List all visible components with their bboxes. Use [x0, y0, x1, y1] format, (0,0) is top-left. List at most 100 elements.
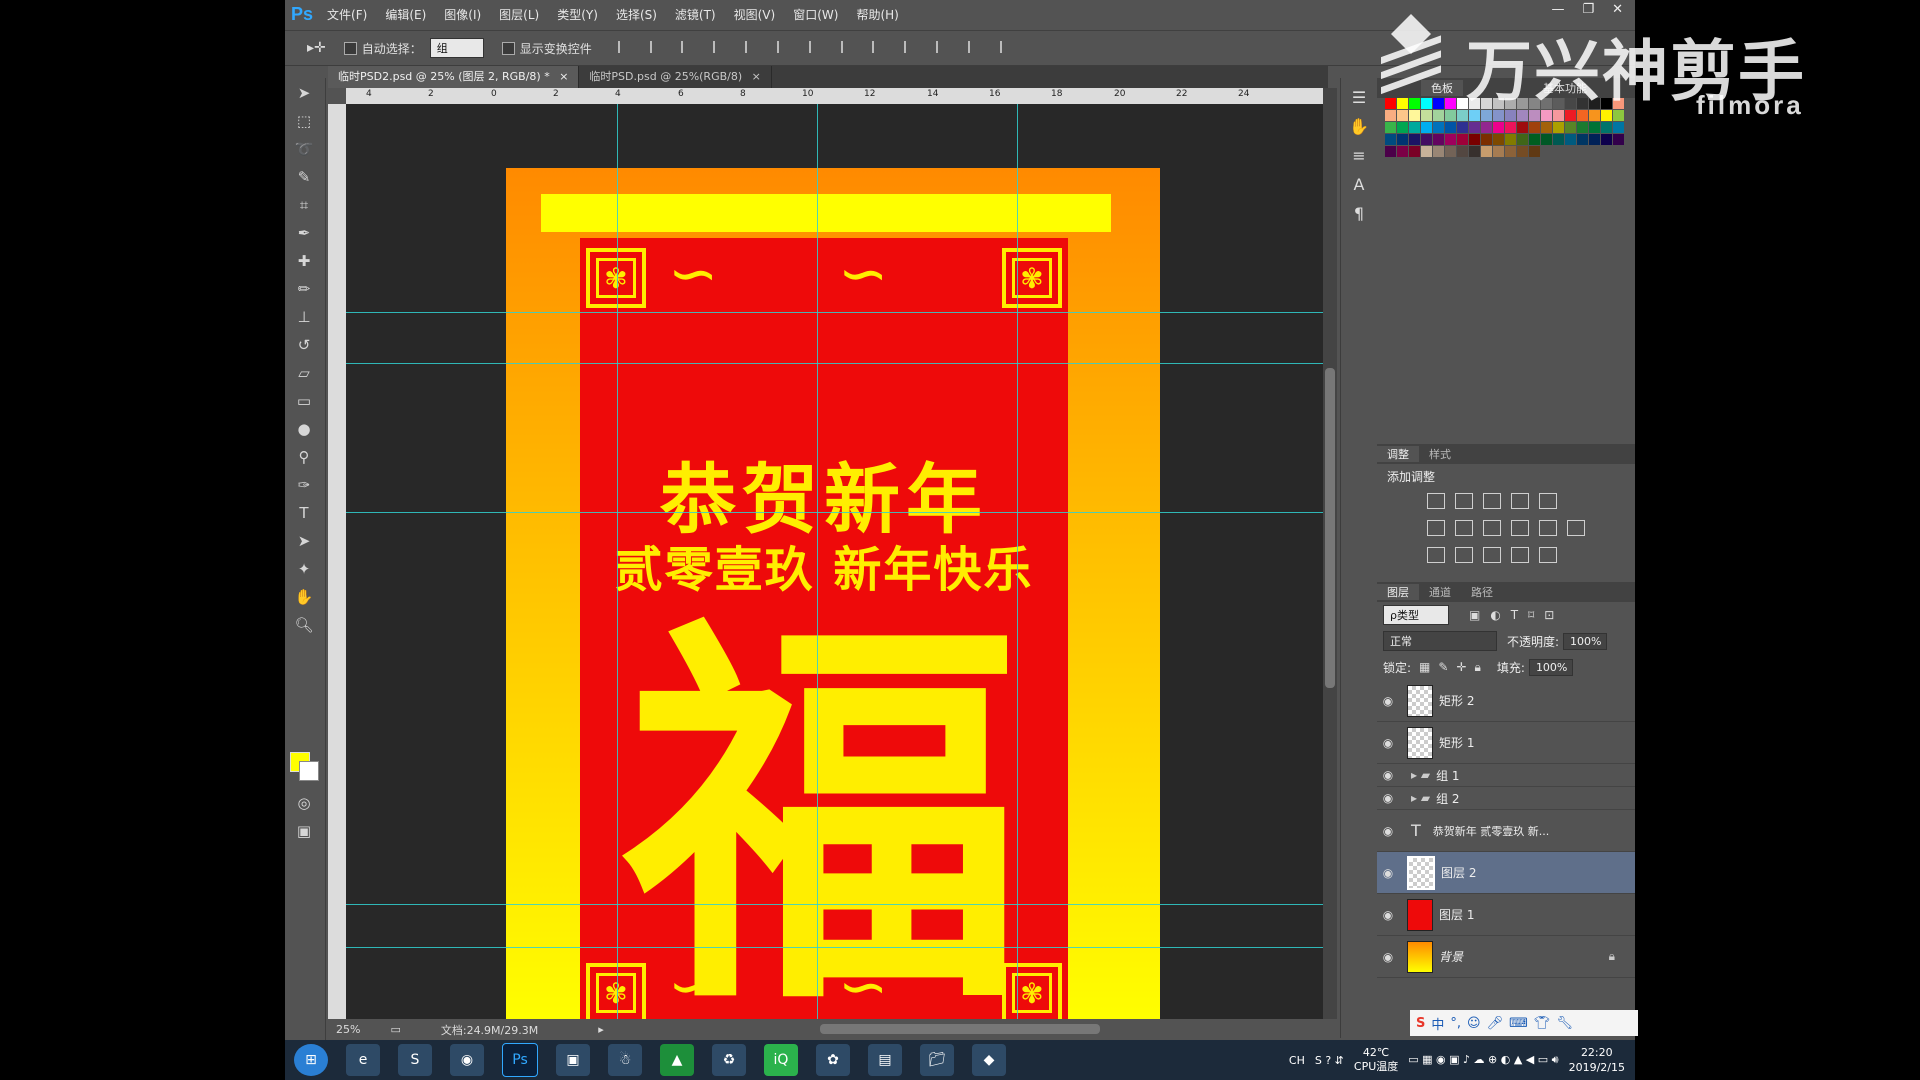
sogou-app-icon[interactable]: S	[398, 1044, 432, 1076]
color-swatch[interactable]	[1433, 122, 1444, 133]
tab-document-1[interactable]: 临时PSD2.psd @ 25% (图层 2, RGB/8) * ×	[328, 66, 580, 88]
exposure-icon[interactable]	[1511, 493, 1529, 509]
layer-filter-dropdown[interactable]: ρ类型	[1383, 605, 1449, 625]
close-icon[interactable]: ×	[559, 70, 568, 83]
ime-keyboard-icon[interactable]: ⌨	[1509, 1016, 1528, 1031]
color-swatch[interactable]	[1397, 146, 1408, 157]
posterize-icon[interactable]	[1455, 547, 1473, 563]
iqiyi-app-icon[interactable]: iQ	[764, 1044, 798, 1076]
color-swatch[interactable]	[1613, 122, 1624, 133]
color-swatch[interactable]	[1421, 134, 1432, 145]
filmora-app-icon[interactable]: ◆	[972, 1044, 1006, 1076]
menu-filter[interactable]: 滤镜(T)	[675, 6, 716, 23]
visibility-eye-icon[interactable]: ◉	[1377, 866, 1399, 880]
layer-row[interactable]: ◉ 背景 🔒︎	[1377, 936, 1635, 978]
photos-app-icon[interactable]: ✿	[816, 1044, 850, 1076]
shape-tool-icon[interactable]: ✦	[291, 556, 317, 582]
clock[interactable]: 22:20 2019/2/15	[1569, 1045, 1625, 1075]
color-lookup-icon[interactable]	[1567, 520, 1585, 536]
color-swatch[interactable]	[1385, 146, 1396, 157]
layer-row-selected[interactable]: ◉ 图层 2	[1377, 852, 1635, 894]
status-arrow-icon[interactable]: ▸	[598, 1023, 604, 1036]
threshold-icon[interactable]	[1483, 547, 1501, 563]
menu-select[interactable]: 选择(S)	[616, 6, 657, 23]
layer-row[interactable]: ◉ T 恭贺新年 贰零壹玖 新...	[1377, 810, 1635, 852]
zoom-tool-icon[interactable]: 🔍︎	[291, 612, 317, 638]
horizontal-scrollbar[interactable]	[820, 1024, 1100, 1034]
type-tool-icon[interactable]: T	[291, 500, 317, 526]
document-artwork[interactable]: ✾ ✾ ✾ ✾ ∽ ∽ ∽ ∽ 恭贺新年 贰零壹玖 新年快乐 福	[506, 168, 1160, 1019]
blend-mode-dropdown[interactable]: 正常	[1383, 631, 1497, 651]
ime-voice-icon[interactable]: 🎤︎	[1487, 1016, 1504, 1031]
background-color-swatch[interactable]	[299, 761, 319, 781]
marquee-tool-icon[interactable]: ⬚	[291, 108, 317, 134]
color-swatch[interactable]	[1481, 134, 1492, 145]
color-swatch[interactable]	[1469, 122, 1480, 133]
crop-tool-icon[interactable]: ⌗	[291, 192, 317, 218]
color-swatch[interactable]	[1457, 146, 1468, 157]
quick-mask-icon[interactable]: ◎	[291, 790, 317, 816]
menu-window[interactable]: 窗口(W)	[793, 6, 838, 23]
close-icon[interactable]: ×	[752, 70, 761, 83]
gradient-tool-icon[interactable]: ▭	[291, 388, 317, 414]
color-swatch[interactable]	[1565, 122, 1576, 133]
color-swatch[interactable]	[1457, 134, 1468, 145]
color-swatch[interactable]	[1421, 122, 1432, 133]
quick-select-tool-icon[interactable]: ✎	[291, 164, 317, 190]
blur-tool-icon[interactable]: ●	[291, 416, 317, 442]
vertical-scrollbar[interactable]	[1323, 88, 1337, 1019]
color-swatch[interactable]	[1433, 134, 1444, 145]
brightness-icon[interactable]	[1427, 493, 1445, 509]
gradient-map-icon[interactable]	[1539, 547, 1557, 563]
color-swatch[interactable]	[1505, 134, 1516, 145]
ie-app-icon[interactable]: e	[346, 1044, 380, 1076]
color-swatch[interactable]	[1469, 146, 1480, 157]
scroll-thumb[interactable]	[1325, 368, 1335, 688]
move-tool-icon[interactable]: ➤	[291, 80, 317, 106]
cpu-temp[interactable]: 42℃ CPU温度	[1354, 1046, 1398, 1074]
menu-help[interactable]: 帮助(H)	[856, 6, 898, 23]
distribute-top-icon[interactable]	[808, 40, 825, 53]
guide-line[interactable]	[1017, 104, 1018, 1019]
distribute-left-icon[interactable]	[904, 40, 920, 53]
visibility-eye-icon[interactable]: ◉	[1377, 824, 1399, 838]
align-right-icon[interactable]	[776, 40, 793, 53]
filter-icons[interactable]: ▣◐T⌑⊡	[1469, 608, 1564, 622]
color-swatch[interactable]	[1493, 134, 1504, 145]
opacity-input[interactable]: 100%	[1563, 632, 1608, 650]
levels-icon[interactable]	[1455, 493, 1473, 509]
menu-file[interactable]: 文件(F)	[327, 6, 367, 23]
curves-icon[interactable]	[1483, 493, 1501, 509]
tab-channels[interactable]: 通道	[1419, 584, 1461, 600]
move-tool-icon[interactable]: ▸✛	[307, 40, 326, 56]
color-swatch[interactable]	[1601, 122, 1612, 133]
color-swatch[interactable]	[1385, 134, 1396, 145]
explorer-app-icon[interactable]: 📁︎	[920, 1044, 954, 1076]
ime-emoji-icon[interactable]: ☺	[1467, 1016, 1481, 1031]
eyedropper-tool-icon[interactable]: ✒	[291, 220, 317, 246]
tab-adjustments[interactable]: 调整	[1377, 446, 1419, 462]
tab-layers[interactable]: 图层	[1377, 584, 1419, 600]
visibility-eye-icon[interactable]: ◉	[1377, 694, 1399, 708]
zoom-level[interactable]: 25%	[336, 1023, 360, 1036]
guide-line[interactable]	[817, 104, 818, 1019]
selective-color-icon[interactable]	[1511, 547, 1529, 563]
photoshop-app-icon[interactable]: Ps	[502, 1043, 538, 1077]
doc-size[interactable]: 文档:24.9M/29.3M	[441, 1022, 538, 1038]
align-hcenter-icon[interactable]	[745, 40, 761, 53]
photo-filter-icon[interactable]	[1511, 520, 1529, 536]
color-swatch[interactable]	[1493, 122, 1504, 133]
color-swatch[interactable]	[1577, 134, 1588, 145]
layer-row[interactable]: ◉ 矩形 2	[1377, 680, 1635, 722]
color-swatch[interactable]	[1529, 134, 1540, 145]
lasso-tool-icon[interactable]: ➰	[291, 136, 317, 162]
color-swatch[interactable]	[1409, 122, 1420, 133]
distribute-hcenter-icon[interactable]	[936, 40, 952, 53]
sogou-logo-icon[interactable]: S	[1416, 1016, 1425, 1031]
color-swatch[interactable]	[1517, 134, 1528, 145]
color-swatch[interactable]	[1433, 146, 1444, 157]
color-swatch[interactable]	[1445, 122, 1456, 133]
color-swatch[interactable]	[1397, 122, 1408, 133]
properties-icon[interactable]: ≡	[1341, 146, 1377, 165]
auto-select-dropdown[interactable]: 组	[429, 38, 484, 58]
